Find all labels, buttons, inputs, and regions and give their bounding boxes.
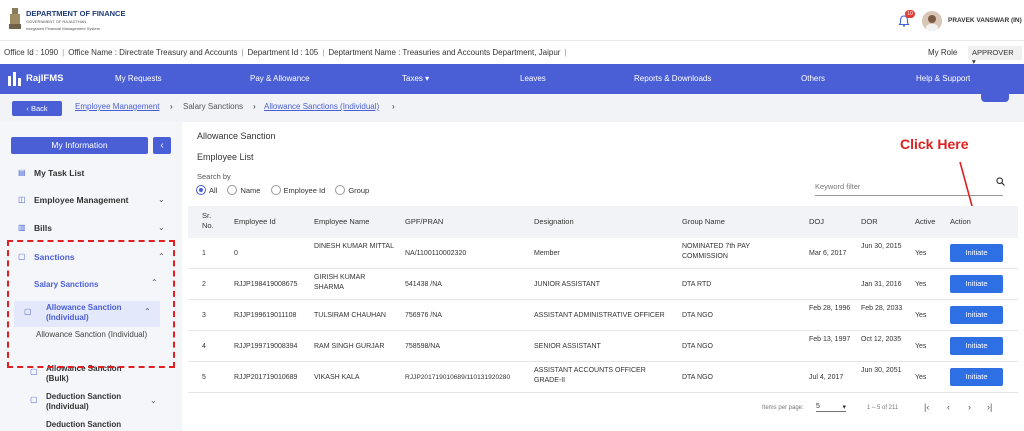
- first-page-icon[interactable]: |‹: [924, 402, 929, 412]
- nav-help-support[interactable]: Help & Support: [916, 74, 970, 83]
- col-sr-no: Sr. No.: [202, 211, 214, 230]
- radio-employee-id[interactable]: [270, 185, 281, 196]
- breadcrumb: ‹ Back Employee Management › Salary Sanc…: [0, 94, 1024, 122]
- rajifms-logo-icon: [8, 72, 21, 86]
- nav-taxes[interactable]: Taxes ▾: [402, 74, 429, 83]
- notification-badge: 10: [905, 10, 915, 18]
- system-subtitle: Integrated Financial Management System: [26, 26, 101, 31]
- table-header: Sr. No. Employee Id Employee Name GPF/PR…: [188, 206, 1018, 238]
- page-title: Allowance Sanction: [197, 131, 276, 141]
- role-select[interactable]: APPROVER ▾: [968, 46, 1022, 66]
- section-title: Employee List: [197, 152, 254, 162]
- initiate-button[interactable]: Initiate: [950, 244, 1003, 262]
- document-icon: ▢: [30, 395, 38, 404]
- office-name: Office Name : Directrate Treasury and Ac…: [68, 48, 238, 57]
- chevron-down-icon: ⌄: [158, 223, 165, 232]
- bill-icon: ▥: [18, 223, 26, 232]
- list-icon: ▤: [18, 168, 26, 177]
- col-employee-name: Employee Name: [314, 217, 370, 226]
- table-row: 4 RJJP199719008394 RAM SINGH GURJAR 7585…: [188, 331, 1018, 362]
- department-name: Deptartment Name : Treasuries and Accoun…: [328, 48, 561, 57]
- table-row: 5 RJJP201719010689 VIKASH KALA RJJP20171…: [188, 362, 1018, 393]
- highlight-box: [7, 240, 175, 368]
- avatar[interactable]: [922, 11, 942, 31]
- sidebar-item-deduction-sanction-individual[interactable]: Deduction Sanction (Individual): [46, 392, 141, 412]
- sidebar-item-employee-management[interactable]: ◫ Employee Management ⌄: [0, 191, 182, 211]
- initiate-button[interactable]: Initiate: [950, 337, 1003, 355]
- click-here-annotation: Click Here: [900, 136, 969, 152]
- search-by-label: Search by: [197, 172, 231, 181]
- sidebar-item-deduction-sanction[interactable]: Deduction Sanction: [46, 420, 121, 429]
- search-icon[interactable]: [996, 177, 1005, 188]
- previous-page-icon[interactable]: ‹: [947, 402, 950, 412]
- chevron-down-icon: ▾: [842, 404, 846, 411]
- user-name[interactable]: PRAVEK VANSWAR (IN): [948, 17, 1022, 24]
- nav-others[interactable]: Others: [801, 74, 825, 83]
- sidebar-item-bills[interactable]: ▥ Bills ⌄: [0, 219, 182, 239]
- office-id: Office Id : 1090: [4, 48, 59, 57]
- breadcrumb-separator-icon: ›: [253, 102, 256, 111]
- table-row: 2 RJJP198419008675 GIRISH KUMAR SHARMA 5…: [188, 269, 1018, 300]
- col-gpf-pran: GPF/PRAN: [405, 217, 444, 226]
- role-label: My Role: [928, 48, 958, 57]
- last-page-icon[interactable]: ›|: [987, 402, 992, 412]
- main-nav: RajIFMS My Requests Pay & Allowance Taxe…: [0, 64, 1024, 94]
- breadcrumb-separator-icon: ›: [170, 102, 173, 111]
- chevron-down-icon: ⌄: [158, 195, 165, 204]
- sidebar-item-my-task-list[interactable]: ▤ My Task List: [0, 164, 182, 184]
- dept-title: DEPARTMENT OF FINANCE: [26, 9, 126, 18]
- col-dor: DOR: [861, 217, 878, 226]
- dept-subtitle: GOVERNMENT OF RAJASTHAN: [26, 19, 87, 24]
- office-info-bar: Office Id : 1090 | Office Name : Directrat…: [0, 40, 1024, 66]
- department-id: Department Id : 105: [247, 48, 319, 57]
- table-row: 3 RJJP199619011108 TULSIRAM CHAUHAN 7569…: [188, 300, 1018, 331]
- initiate-button[interactable]: Initiate: [950, 306, 1003, 324]
- nav-pay-allowance[interactable]: Pay & Allowance: [250, 74, 310, 83]
- nav-brand[interactable]: RajIFMS: [26, 73, 63, 84]
- breadcrumb-separator-icon: ›: [392, 102, 395, 111]
- nav-reports-downloads[interactable]: Reports & Downloads: [634, 74, 711, 83]
- next-page-icon[interactable]: ›: [968, 402, 971, 412]
- col-designation: Designation: [534, 217, 574, 226]
- role-value: APPROVER: [972, 48, 1014, 57]
- col-employee-id: Employee Id: [234, 217, 276, 226]
- top-header: DEPARTMENT OF FINANCE GOVERNMENT OF RAJA…: [0, 0, 1024, 40]
- search-by-radios: All Name Employee Id Group: [196, 185, 377, 196]
- back-button[interactable]: ‹ Back: [12, 101, 62, 116]
- nav-my-requests[interactable]: My Requests: [115, 74, 162, 83]
- breadcrumb-salary-sanctions[interactable]: Salary Sanctions: [183, 102, 243, 111]
- pagination-range: 1 – 5 of 211: [867, 405, 899, 411]
- collapse-header-button[interactable]: [981, 94, 1009, 102]
- emblem-icon: [9, 8, 21, 29]
- initiate-button[interactable]: Initiate: [950, 275, 1003, 293]
- items-per-page-label: Items per page:: [762, 405, 804, 411]
- nav-leaves[interactable]: Leaves: [520, 74, 546, 83]
- breadcrumb-employee-management[interactable]: Employee Management: [75, 102, 160, 111]
- briefcase-icon: ◫: [18, 195, 26, 204]
- chevron-down-icon: ⌄: [150, 396, 157, 405]
- office-info: Office Id : 1090 | Office Name : Directrat…: [4, 48, 567, 57]
- document-icon: ▢: [30, 367, 38, 376]
- main-panel: Allowance Sanction Employee List Search …: [188, 122, 1018, 431]
- table-row: 1 0 DINESH KUMAR MITTAL NA/1100110002320…: [188, 238, 1018, 269]
- col-action: Action: [950, 217, 971, 226]
- radio-group[interactable]: [335, 185, 346, 196]
- col-group-name: Group Name: [682, 217, 725, 226]
- radio-all[interactable]: [196, 185, 206, 196]
- col-active: Active: [915, 217, 936, 226]
- radio-name[interactable]: [227, 185, 238, 196]
- sidebar-toggle-button[interactable]: ‹: [153, 137, 171, 154]
- initiate-button[interactable]: Initiate: [950, 368, 1003, 386]
- col-doj: DOJ: [809, 217, 824, 226]
- breadcrumb-allowance-sanctions[interactable]: Allowance Sanctions (Individual): [264, 102, 379, 111]
- items-per-page-select[interactable]: 5 ▾: [816, 403, 846, 412]
- my-information-button[interactable]: My Information: [11, 137, 148, 154]
